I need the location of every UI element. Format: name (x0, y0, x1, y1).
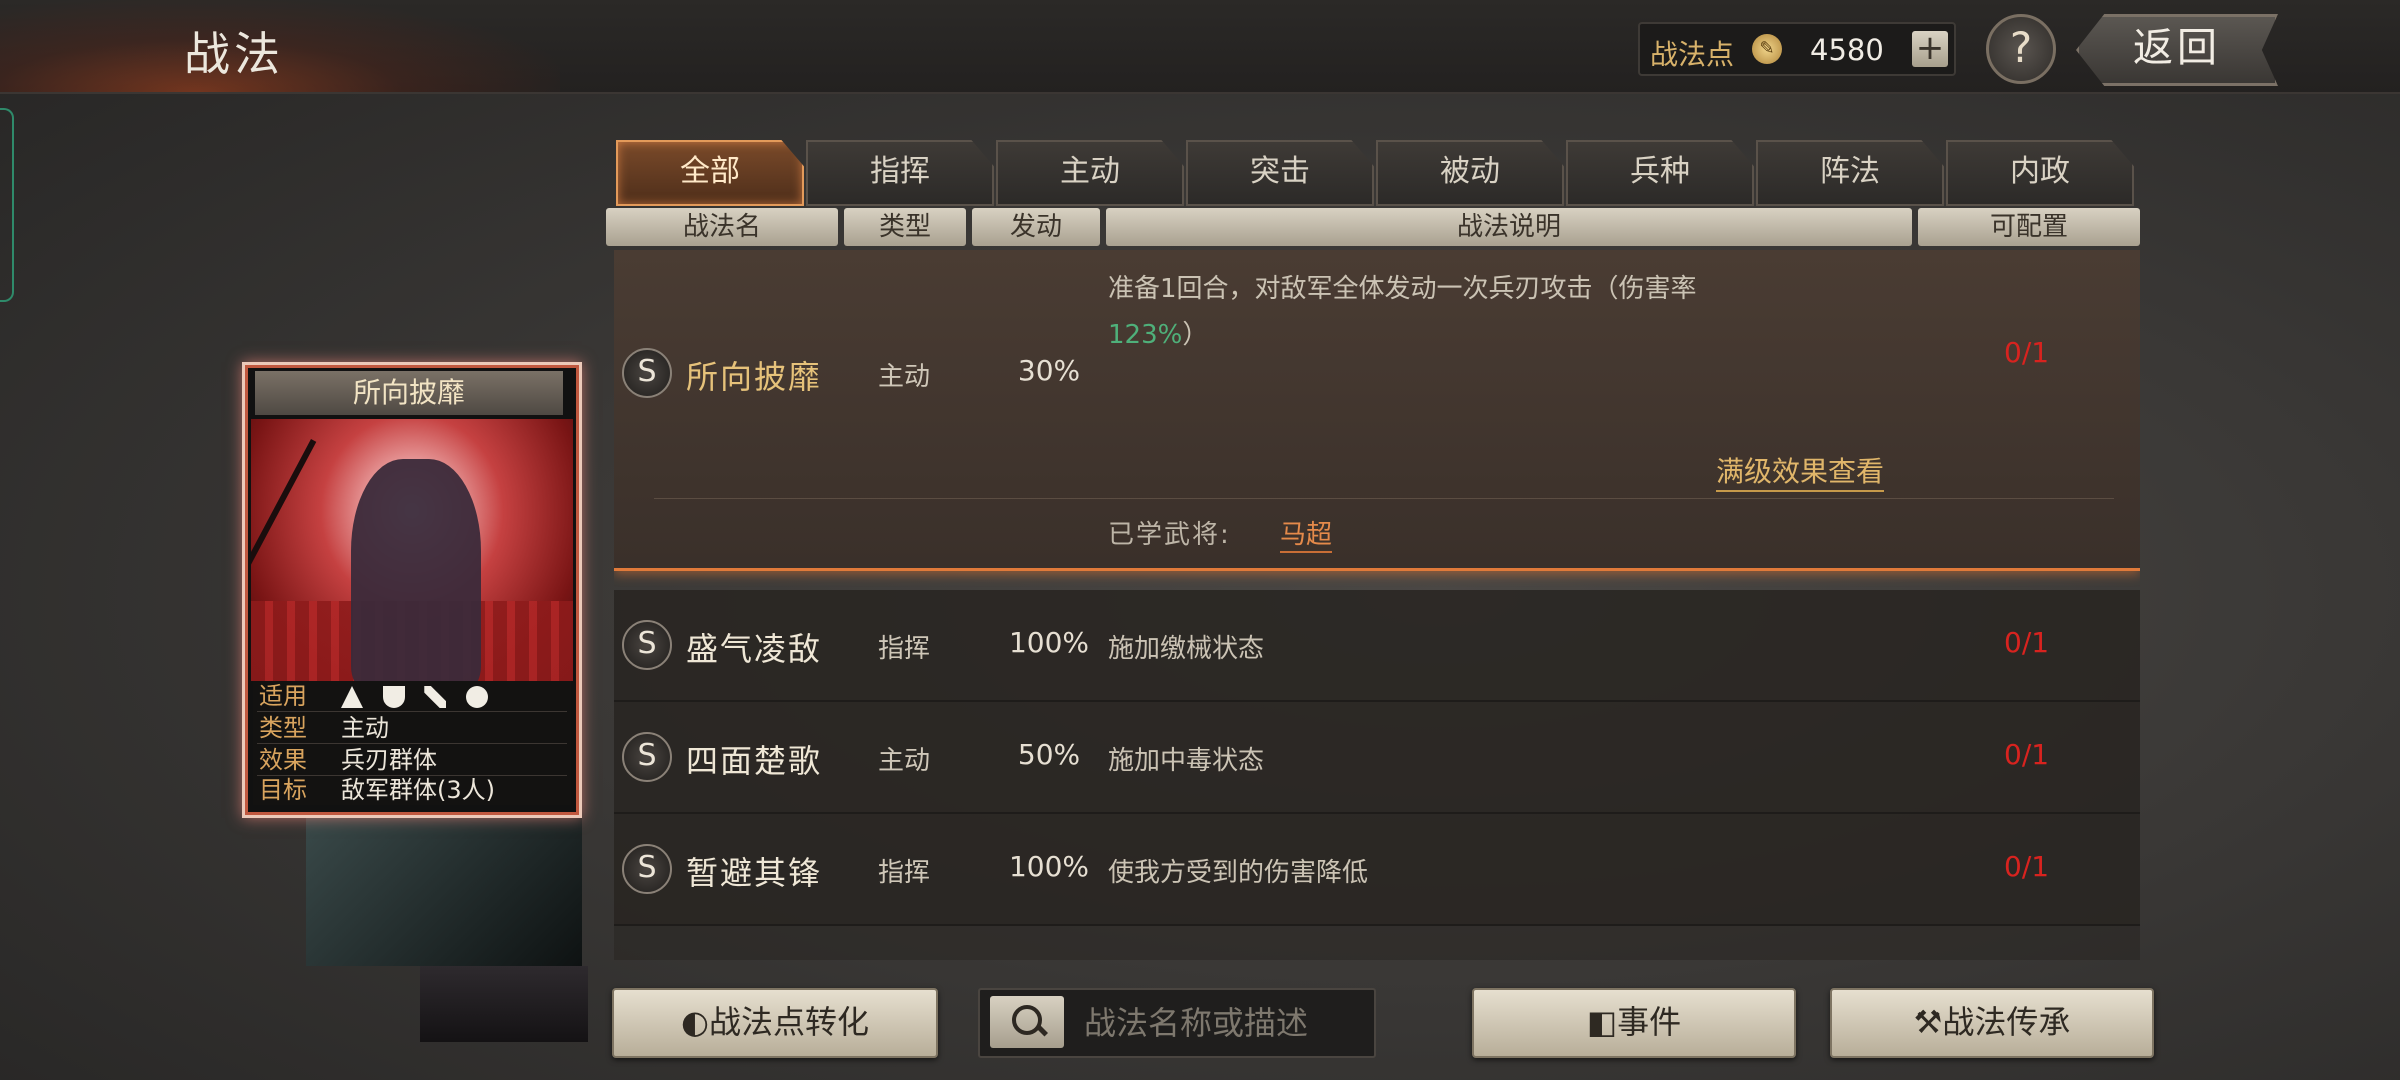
skill-rate: 30% (1017, 354, 1081, 387)
grade-s-icon: S (622, 348, 672, 398)
skill-rate: 100% (1008, 850, 1090, 883)
left-edge-tab[interactable] (0, 108, 14, 302)
skill-list[interactable]: S 所向披靡 主动 30% 准备1回合，对敌军全体发动一次兵刃攻击（伤害率 12… (614, 250, 2140, 960)
skill-rate: 50% (1017, 738, 1081, 771)
skill-row[interactable]: S 盛气凌敌 指挥 100% 施加缴械状态 0/1 (614, 590, 2140, 702)
convert-points-button[interactable]: ◐战法点转化 (612, 988, 938, 1058)
skill-rate: 100% (1008, 626, 1090, 659)
column-name[interactable]: 战法名 (606, 208, 838, 246)
skill-type: 指挥 (878, 634, 931, 664)
tab-internal[interactable]: 内政 (1946, 140, 2134, 206)
skill-name: 暂避其锋 (686, 854, 823, 892)
grade-s-icon: S (622, 620, 672, 670)
skill-row-partial[interactable] (614, 926, 2140, 960)
bow-icon (424, 686, 447, 708)
inherit-label: 战法传承 (1942, 1003, 2071, 1041)
stacked-card-art (420, 966, 588, 1042)
row-divider (654, 498, 2114, 499)
card-type-label: 类型 (259, 714, 307, 742)
tab-assault[interactable]: 突击 (1186, 140, 1374, 206)
configurable-count: 0/1 (2004, 336, 2050, 369)
event-icon: ◧ (1586, 1003, 1618, 1041)
card-target-label: 目标 (259, 776, 307, 804)
card-type-row: 类型 主动 (257, 713, 567, 744)
card-info: 适用 类型 主动 效果 兵刃群体 目标 敌军群体(3人) (253, 681, 571, 805)
card-effect-value: 兵刃群体 (341, 746, 437, 774)
card-applies-label: 适用 (259, 682, 307, 710)
tab-formation[interactable]: 阵法 (1756, 140, 1944, 206)
stacked-card-art (306, 812, 582, 966)
events-label: 事件 (1617, 1003, 1682, 1041)
cavalry-icon (341, 686, 363, 708)
tactic-points-label: 战法点 (1650, 38, 1735, 71)
tactic-points-box: 战法点 ✎ 4580 + (1638, 22, 1956, 76)
tab-passive[interactable]: 被动 (1376, 140, 1564, 206)
search-input[interactable] (1082, 996, 1366, 1050)
shield-icon (382, 686, 405, 708)
tactic-points-value: 4580 (1810, 33, 1884, 67)
tab-troop[interactable]: 兵种 (1566, 140, 1754, 206)
card-target-row: 目标 敌军群体(3人) (257, 775, 567, 805)
tab-all[interactable]: 全部 (616, 140, 804, 206)
events-button[interactable]: ◧事件 (1472, 988, 1796, 1058)
convert-icon: ◐ (681, 1003, 709, 1041)
column-configurable[interactable]: 可配置 (1918, 208, 2140, 246)
column-description: 战法说明 (1106, 208, 1912, 246)
card-type-value: 主动 (341, 714, 389, 742)
page-title: 战法 (184, 27, 284, 81)
card-applies-row: 适用 (257, 681, 567, 712)
skill-description: 准备1回合，对敌军全体发动一次兵刃攻击（伤害率 123%） (1108, 266, 1908, 358)
search-handle (1035, 1024, 1049, 1037)
configurable-count: 0/1 (2004, 738, 2050, 771)
help-button[interactable]: ? (1986, 14, 2056, 84)
skill-description-end: ） (1182, 320, 1209, 350)
card-title: 所向披靡 (255, 371, 563, 415)
skill-type: 指挥 (878, 858, 931, 888)
column-rate[interactable]: 发动 (972, 208, 1100, 246)
card-target-value: 敌军群体(3人) (341, 776, 495, 804)
search-box[interactable] (978, 988, 1376, 1058)
skill-type: 主动 (878, 362, 931, 392)
configurable-count: 0/1 (2004, 850, 2050, 883)
back-button[interactable]: 返回 (2076, 14, 2278, 86)
tactic-point-coin-icon: ✎ (1752, 34, 1782, 64)
max-level-effect-link[interactable]: 满级效果查看 (1716, 450, 1885, 492)
skill-row-expanded[interactable]: S 所向披靡 主动 30% 准备1回合，对敌军全体发动一次兵刃攻击（伤害率 12… (614, 250, 2140, 571)
tactic-inherit-button[interactable]: ⚒战法传承 (1830, 988, 2154, 1058)
learned-general-link[interactable]: 马超 (1280, 514, 1333, 553)
wheel-icon (465, 686, 488, 708)
configurable-count: 0/1 (2004, 626, 2050, 659)
skill-type: 主动 (878, 746, 931, 776)
skill-row[interactable]: S 暂避其锋 指挥 100% 使我方受到的伤害降低 0/1 (614, 814, 2140, 926)
grade-s-icon: S (622, 732, 672, 782)
skill-description-text: 准备1回合，对敌军全体发动一次兵刃攻击（伤害率 (1108, 274, 1697, 304)
skill-description: 施加缴械状态 (1108, 634, 1265, 664)
skill-name: 盛气凌敌 (686, 630, 823, 668)
card-applies-icons (341, 681, 500, 711)
skill-description: 施加中毒状态 (1108, 746, 1265, 776)
column-type[interactable]: 类型 (844, 208, 966, 246)
tab-active[interactable]: 主动 (996, 140, 1184, 206)
skill-name: 四面楚歌 (686, 742, 823, 780)
tactic-card[interactable]: 所向披靡 适用 类型 主动 效果 兵刃群体 目标 敌军群体(3人) (242, 362, 582, 818)
skill-description: 使我方受到的伤害降低 (1108, 858, 1369, 888)
card-effect-row: 效果 兵刃群体 (257, 745, 567, 776)
grade-s-icon: S (622, 844, 672, 894)
card-artwork (251, 419, 573, 681)
damage-rate-value: 123% (1108, 320, 1183, 350)
warrior-silhouette (351, 459, 481, 681)
skill-name: 所向披靡 (686, 358, 823, 396)
hammer-icon: ⚒ (1913, 1003, 1943, 1041)
skill-row[interactable]: S 四面楚歌 主动 50% 施加中毒状态 0/1 (614, 702, 2140, 814)
tab-command[interactable]: 指挥 (806, 140, 994, 206)
add-points-button[interactable]: + (1912, 31, 1948, 67)
top-bar: 战法 战法点 ✎ 4580 + ? 返回 (0, 0, 2400, 94)
card-effect-label: 效果 (259, 746, 307, 774)
convert-label: 战法点转化 (708, 1003, 869, 1041)
learned-generals-label: 已学武将: (1108, 520, 1231, 550)
search-icon[interactable] (990, 996, 1064, 1048)
